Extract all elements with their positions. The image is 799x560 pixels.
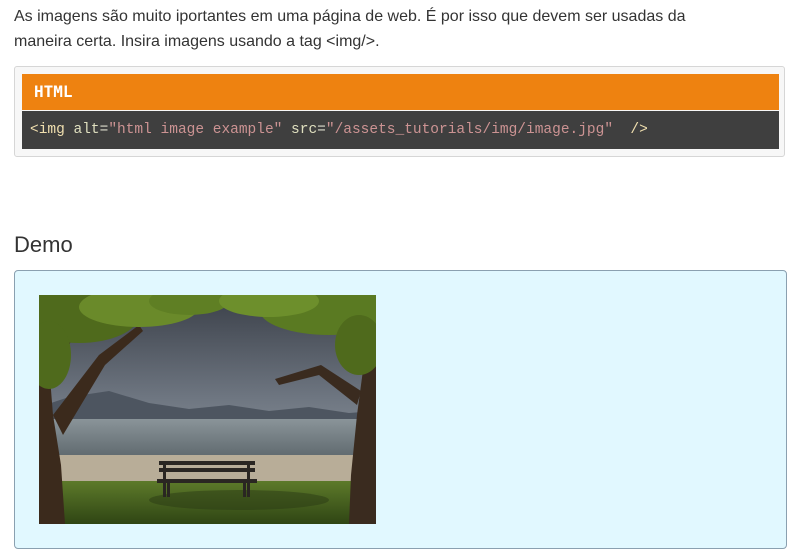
intro-line-2: maneira certa. Insira imagens usando a t… bbox=[14, 33, 380, 50]
intro-paragraph: As imagens são muito iportantes em uma p… bbox=[14, 4, 784, 54]
code-attr-src-value: "/assets_tutorials/img/image.jpg" bbox=[325, 122, 614, 138]
code-example-panel: HTML <img alt="html image example" src="… bbox=[14, 66, 785, 157]
lake-bench-image bbox=[39, 295, 376, 524]
code-attr-src-name: src bbox=[282, 122, 318, 138]
code-attr-alt-value: "html image example" bbox=[108, 122, 283, 138]
code-attr-alt-name: alt bbox=[64, 122, 100, 138]
code-tag-open: <img bbox=[30, 122, 65, 138]
demo-box bbox=[14, 270, 787, 549]
code-equals: = bbox=[317, 122, 326, 138]
intro-line-1: As imagens são muito iportantes em uma p… bbox=[14, 8, 686, 25]
code-language-header: HTML bbox=[22, 74, 779, 110]
code-block[interactable]: <img alt="html image example" src="/asse… bbox=[22, 111, 779, 149]
demo-heading: Demo bbox=[14, 232, 73, 257]
code-tag-close: /> bbox=[613, 122, 648, 138]
